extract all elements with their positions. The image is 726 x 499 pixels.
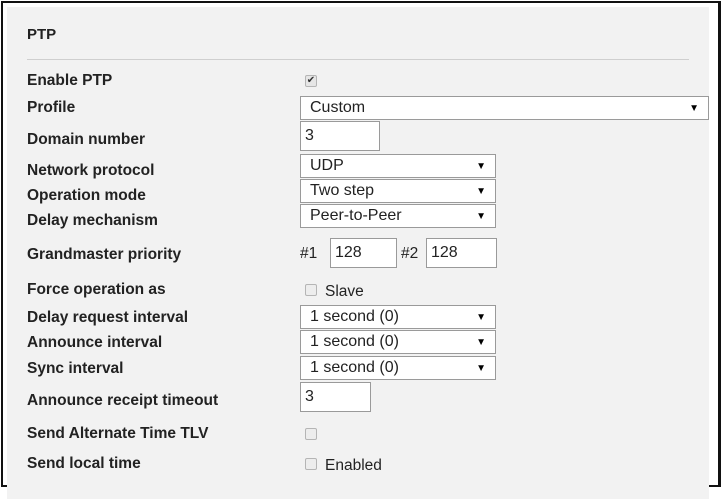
row-send-local-time: Send local time Enabled <box>7 452 709 476</box>
announce-receipt-timeout-label: Announce receipt timeout <box>27 392 219 409</box>
enable-ptp-label: Enable PTP <box>27 72 113 89</box>
row-network-protocol: Network protocol UDP ▼ <box>7 154 709 179</box>
delay-mechanism-select[interactable]: Peer-to-Peer ▼ <box>300 204 496 228</box>
operation-mode-select[interactable]: Two step ▼ <box>300 179 496 203</box>
priority1-value: 128 <box>335 244 362 261</box>
profile-select[interactable]: Custom ▼ <box>300 96 709 120</box>
enable-ptp-checkbox[interactable]: ✔ <box>305 75 317 87</box>
priority1-prefix: #1 <box>300 245 318 262</box>
ptp-panel: PTP Enable PTP ✔ Profile Custom ▼ Domain… <box>7 7 709 499</box>
row-grandmaster-priority: Grandmaster priority #1 128 #2 128 <box>7 238 709 268</box>
priority1-input[interactable]: 128 <box>330 238 397 268</box>
panel-title: PTP <box>27 26 57 43</box>
checkmark-icon: ✔ <box>306 75 316 86</box>
operation-mode-value: Two step <box>310 182 375 199</box>
operation-mode-label: Operation mode <box>27 187 146 204</box>
announce-interval-label: Announce interval <box>27 334 163 351</box>
domain-number-label: Domain number <box>27 131 145 148</box>
chevron-down-icon: ▼ <box>476 161 486 172</box>
row-announce-interval: Announce interval 1 second (0) ▼ <box>7 330 709 354</box>
force-operation-as-label: Force operation as <box>27 281 166 298</box>
row-force-operation-as: Force operation as Slave <box>7 278 709 302</box>
send-alternate-time-tlv-label: Send Alternate Time TLV <box>27 425 209 442</box>
profile-label: Profile <box>27 99 76 116</box>
announce-receipt-timeout-input[interactable]: 3 <box>300 382 371 412</box>
row-enable-ptp: Enable PTP ✔ <box>7 69 709 93</box>
send-local-time-enabled-label: Enabled <box>325 457 382 474</box>
send-alternate-time-tlv-checkbox[interactable] <box>305 428 317 440</box>
domain-number-value: 3 <box>305 127 314 144</box>
row-delay-request-interval: Delay request interval 1 second (0) ▼ <box>7 305 709 329</box>
delay-request-interval-label: Delay request interval <box>27 309 189 326</box>
row-announce-receipt-timeout: Announce receipt timeout 3 <box>7 382 709 412</box>
delay-request-interval-select[interactable]: 1 second (0) ▼ <box>300 305 496 329</box>
title-divider <box>27 59 689 60</box>
profile-value: Custom <box>310 99 366 116</box>
announce-interval-select[interactable]: 1 second (0) ▼ <box>300 330 496 354</box>
network-protocol-select[interactable]: UDP ▼ <box>300 154 496 178</box>
send-local-time-checkbox[interactable] <box>305 458 317 470</box>
row-profile: Profile Custom ▼ <box>7 96 709 120</box>
domain-number-input[interactable]: 3 <box>300 121 380 151</box>
delay-request-interval-value: 1 second (0) <box>310 308 399 325</box>
sync-interval-label: Sync interval <box>27 360 124 377</box>
sync-interval-select[interactable]: 1 second (0) ▼ <box>300 356 496 380</box>
announce-interval-value: 1 second (0) <box>310 333 399 350</box>
chevron-down-icon: ▼ <box>689 103 699 114</box>
send-local-time-label: Send local time <box>27 455 141 472</box>
grandmaster-priority-label: Grandmaster priority <box>27 246 182 263</box>
force-slave-label: Slave <box>325 283 364 300</box>
row-delay-mechanism: Delay mechanism Peer-to-Peer ▼ <box>7 204 709 229</box>
chevron-down-icon: ▼ <box>476 337 486 348</box>
row-operation-mode: Operation mode Two step ▼ <box>7 179 709 204</box>
delay-mechanism-value: Peer-to-Peer <box>310 207 402 224</box>
announce-receipt-timeout-value: 3 <box>305 388 314 405</box>
chevron-down-icon: ▼ <box>476 186 486 197</box>
chevron-down-icon: ▼ <box>476 363 486 374</box>
priority2-value: 128 <box>431 244 458 261</box>
force-slave-checkbox[interactable] <box>305 284 317 296</box>
delay-mechanism-label: Delay mechanism <box>27 212 158 229</box>
network-protocol-value: UDP <box>310 157 344 174</box>
chevron-down-icon: ▼ <box>476 312 486 323</box>
row-send-alternate-time-tlv: Send Alternate Time TLV <box>7 422 709 446</box>
row-sync-interval: Sync interval 1 second (0) ▼ <box>7 356 709 380</box>
network-protocol-label: Network protocol <box>27 162 155 179</box>
priority2-input[interactable]: 128 <box>426 238 497 268</box>
row-domain-number: Domain number 3 <box>7 121 709 151</box>
priority2-prefix: #2 <box>401 245 419 262</box>
sync-interval-value: 1 second (0) <box>310 359 399 376</box>
chevron-down-icon: ▼ <box>476 211 486 222</box>
